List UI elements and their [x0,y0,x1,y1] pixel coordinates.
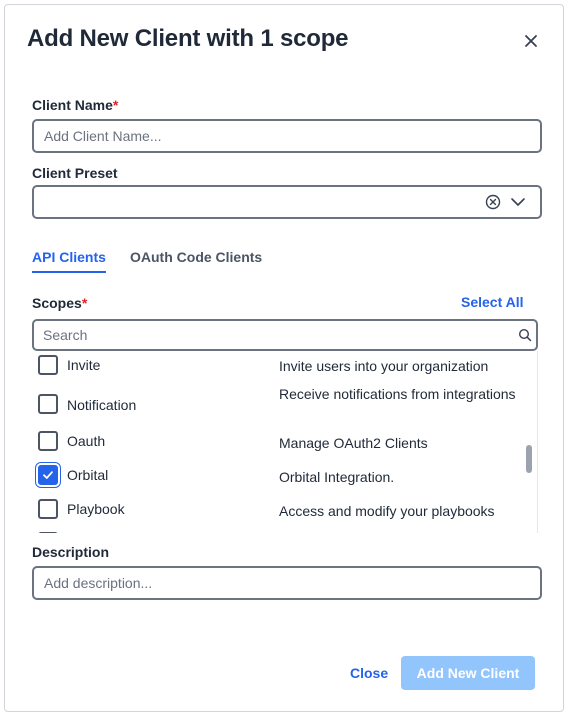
tab-api-clients[interactable]: API Clients [32,249,106,273]
list-item: Oauth Manage OAuth2 Clients [32,427,522,459]
tab-oauth-code-clients[interactable]: OAuth Code Clients [130,249,262,271]
scope-checkbox-orbital[interactable] [38,465,58,485]
list-item [32,529,522,533]
search-icon [518,328,532,342]
scope-checkbox-invite[interactable] [38,355,58,375]
scope-checkbox-next[interactable] [38,532,58,533]
description-label: Description [32,544,110,560]
client-name-label-text: Client Name [32,97,113,113]
close-icon[interactable] [519,29,543,53]
select-all-button[interactable]: Select All [461,294,524,310]
scope-checkbox-notification[interactable] [38,394,58,414]
list-item: Invite Invite users into your organizati… [32,351,522,381]
scope-checkbox-oauth[interactable] [38,431,58,451]
scope-name: Orbital [67,467,109,483]
scope-search[interactable] [32,319,538,351]
scope-description: Invite users into your organization [279,358,489,374]
scopes-label-text: Scopes [32,295,82,311]
client-name-input[interactable] [32,119,542,153]
list-item: Notification Receive notifications from … [32,381,522,425]
add-new-client-button[interactable]: Add New Client [401,656,535,690]
scope-name: Invite [67,357,101,373]
dialog-title: Add New Client with 1 scope [27,25,349,52]
scope-checkbox-playbook[interactable] [38,499,58,519]
list-item: Playbook Access and modify your playbook… [32,495,522,527]
client-name-label: Client Name* [32,97,118,113]
scope-description: Receive notifications from integrations [279,386,516,402]
list-item: Orbital Orbital Integration. [32,461,522,493]
clear-icon[interactable] [485,194,501,210]
scopes-label: Scopes* [32,295,87,311]
close-button[interactable]: Close [350,665,388,681]
scope-description: Manage OAuth2 Clients [279,435,428,451]
scope-name: Notification [67,397,137,413]
scope-name: Playbook [67,501,125,517]
scope-search-input[interactable] [34,321,512,349]
required-mark: * [112,97,119,113]
client-preset-label: Client Preset [32,165,118,181]
scope-list-scrollbar[interactable] [526,445,532,473]
add-client-dialog: Add New Client with 1 scope Client Name*… [4,4,564,712]
checkmark-icon [43,471,53,479]
chevron-down-icon[interactable] [510,195,526,209]
scope-description: Access and modify your playbooks [279,503,495,519]
scope-description: Orbital Integration. [279,469,395,485]
client-preset-select[interactable] [32,185,542,219]
required-mark: * [81,295,88,311]
scope-name: Oauth [67,433,106,449]
scope-list: Invite Invite users into your organizati… [32,351,538,533]
description-input[interactable] [32,566,542,600]
